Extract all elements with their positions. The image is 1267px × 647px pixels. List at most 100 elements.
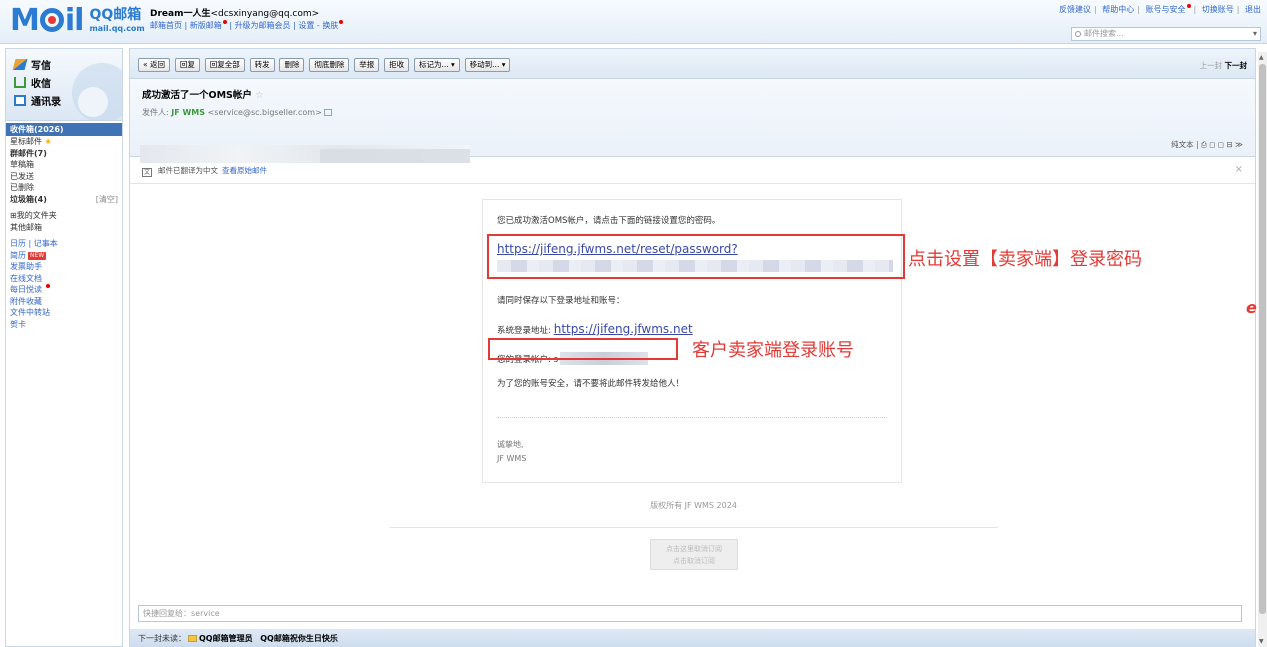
sidebar-main-links: 写信 收信 通讯录 (6, 49, 122, 121)
tool-daily-label: 每日悦读 (10, 285, 42, 294)
pager: 上一封 下一封 (1200, 60, 1247, 71)
contact-card-icon[interactable] (323, 109, 332, 116)
tool-calendar-notes[interactable]: 日历 | 记事本 (6, 238, 122, 250)
folder-drafts[interactable]: 草稿箱 (6, 159, 122, 171)
contacts-link[interactable]: 通讯录 (14, 91, 122, 109)
link-account-security[interactable]: 账号与安全 (1146, 5, 1186, 14)
folder-inbox-label: 收件箱(2026) (10, 125, 64, 134)
contacts-icon (14, 94, 26, 106)
link-settings[interactable]: 设置 (298, 21, 314, 30)
tool-docs[interactable]: 在线文档 (6, 273, 122, 285)
divider (497, 417, 887, 418)
security-dot-icon (1186, 4, 1191, 8)
quick-reply-input[interactable]: 快捷回复给：service (138, 605, 1242, 622)
next-unread-item-2[interactable]: QQ邮箱祝你生日快乐 (260, 634, 338, 643)
search-input[interactable]: 邮件搜索... ▾ (1071, 27, 1261, 41)
view-original-link[interactable]: 查看原始邮件 (222, 166, 267, 175)
other-mailbox-label: 其他邮箱 (10, 222, 42, 232)
my-folders-label: ⊞我的文件夹 (10, 211, 57, 220)
folder-sent[interactable]: 已发送 (6, 171, 122, 183)
link-skin[interactable]: 换肤 (322, 21, 338, 30)
sender-name[interactable]: JF WMS (171, 108, 205, 117)
link-logout[interactable]: 退出 (1245, 5, 1261, 14)
folder-list: 收件箱(2026) 星标邮件 ★ 群邮件(7) 草稿箱 已发送 已删除 垃圾箱(… (6, 121, 122, 330)
tool-attachments[interactable]: 附件收藏 (6, 296, 122, 308)
move-to-dropdown[interactable]: 移动到... ▾ (464, 58, 511, 72)
mail-subject: 成功激活了一个OMS帐户 ☆ (142, 87, 1255, 101)
tool-resume-label: 简历 (10, 250, 26, 260)
write-icon (12, 58, 28, 70)
prev-mail-link[interactable]: 上一封 (1200, 61, 1223, 70)
tool-invoice[interactable]: 发票助手 (6, 261, 122, 273)
next-mail-link[interactable]: 下一封 (1225, 61, 1248, 70)
next-unread-label: 下一封未读： (138, 634, 186, 643)
search-placeholder: 邮件搜索... (1084, 29, 1124, 38)
link-switch-account[interactable]: 切换账号 (1202, 5, 1234, 14)
link-feedback[interactable]: 反馈建议 (1059, 5, 1091, 14)
sender-line: 发件人: JF WMS <service@sc.bigseller.com> (142, 107, 1255, 118)
logo-qq-name: QQ邮箱 (89, 7, 142, 23)
forward-button[interactable]: 转发 (249, 58, 275, 72)
receive-link[interactable]: 收信 (14, 73, 122, 91)
tool-attachments-label: 附件收藏 (10, 296, 42, 306)
tool-invoice-label: 发票助手 (10, 262, 42, 271)
floating-assistant-icon[interactable]: e (1246, 298, 1257, 317)
search-dropdown-icon[interactable]: ▾ (1253, 28, 1257, 40)
compose-link[interactable]: 写信 (12, 55, 122, 73)
tool-resume[interactable]: 简历 NEW (6, 250, 122, 262)
delete-button[interactable]: 删除 (279, 58, 305, 72)
top-header: Mil QQ邮箱 mail.qq.com Dream一人生<dcsxinyang… (0, 0, 1267, 44)
user-info: Dream一人生<dcsxinyang@qq.com> 邮箱首页 | 新版邮箱 … (150, 8, 344, 32)
view-options[interactable]: 纯文本 | ⎙ ◻ ◻ ⊟ ≫ (1171, 139, 1243, 150)
next-unread-bar: 下一封未读： QQ邮箱管理员 QQ邮箱祝你生日快乐 (130, 629, 1255, 647)
tool-cards[interactable]: 贺卡 (6, 319, 122, 331)
mark-as-dropdown[interactable]: 标记为... ▾ (413, 58, 460, 72)
reply-all-button[interactable]: 回复全部 (204, 58, 245, 72)
scroll-down-icon[interactable]: ▼ (1259, 638, 1264, 645)
folder-inbox[interactable]: 收件箱(2026) (6, 123, 122, 136)
scroll-thumb[interactable] (1259, 64, 1266, 614)
link-help[interactable]: 帮助中心 (1102, 5, 1134, 14)
search-icon (1075, 31, 1081, 37)
body-line-2: 请同时保存以下登录地址和账号： (497, 296, 625, 306)
mail-toolbar: « 返回 回复 回复全部 转发 删除 彻底删除 举报 拒收 标记为... ▾ 移… (130, 49, 1255, 79)
body-line-1: 您已成功激活OMS帐户，请点击下面的链接设置您的密码。 (497, 216, 721, 226)
link-new-mail[interactable]: 新版邮箱 (190, 21, 222, 30)
next-unread-item-1[interactable]: QQ邮箱管理员 (199, 634, 253, 643)
folder-starred[interactable]: 星标邮件 ★ (6, 136, 122, 148)
signature-block: 诚挚地, JF WMS (497, 438, 887, 466)
close-icon[interactable]: × (1235, 164, 1243, 175)
tool-file-transfer[interactable]: 文件中转站 (6, 307, 122, 319)
tool-docs-label: 在线文档 (10, 273, 42, 283)
back-button[interactable]: « 返回 (138, 58, 170, 72)
logo-qq-block: QQ邮箱 mail.qq.com (89, 7, 144, 35)
unsubscribe-button[interactable]: 点击这里取消订阅 点击取消订阅 (650, 539, 738, 570)
tool-transfer-label: 文件中转站 (10, 308, 50, 317)
scroll-up-icon[interactable]: ▲ (1259, 54, 1264, 61)
tool-cards-label: 贺卡 (10, 319, 26, 329)
unsubscribe-text-2: 点击取消订阅 (673, 557, 715, 565)
signature-name: JF WMS (497, 454, 527, 463)
link-upgrade-vip[interactable]: 升级为邮箱会员 (235, 21, 291, 30)
daily-dot-icon (45, 284, 50, 288)
annotation-seller-account: 客户卖家端登录账号 (692, 340, 854, 361)
reply-button[interactable]: 回复 (174, 58, 200, 72)
login-url-link[interactable]: https://jifeng.jfwms.net (554, 322, 693, 336)
folder-spam[interactable]: 垃圾箱(4) [清空] (6, 194, 122, 206)
other-mailbox[interactable]: 其他邮箱 (6, 222, 122, 234)
empty-spam-link[interactable]: [清空] (96, 194, 118, 206)
my-folders[interactable]: ⊞我的文件夹 (6, 210, 122, 222)
logo-domain: mail.qq.com (89, 24, 145, 33)
permanent-delete-button[interactable]: 彻底删除 (309, 58, 350, 72)
folder-group[interactable]: 群邮件(7) (6, 148, 122, 160)
tool-daily-read[interactable]: 每日悦读 (6, 284, 122, 296)
link-mail-home[interactable]: 邮箱首页 (150, 21, 182, 30)
reject-button[interactable]: 拒收 (384, 58, 410, 72)
vertical-scrollbar[interactable]: ▲ ▼ (1258, 52, 1267, 647)
report-button[interactable]: 举报 (354, 58, 380, 72)
tool-calendar-label: 日历 | 记事本 (10, 239, 58, 248)
star-outline-icon[interactable]: ☆ (255, 90, 264, 101)
folder-deleted[interactable]: 已删除 (6, 182, 122, 194)
annotation-box-reset-link (487, 234, 905, 279)
qq-mail-logo[interactable]: Mil QQ邮箱 mail.qq.com (10, 4, 145, 38)
